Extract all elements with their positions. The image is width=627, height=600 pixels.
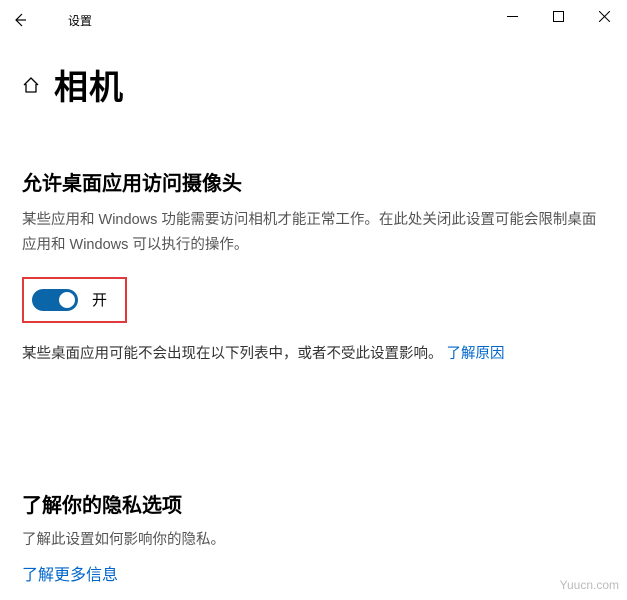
window-controls (489, 0, 627, 32)
titlebar: 设置 (0, 0, 627, 40)
watermark: Yuucn.com (560, 578, 619, 592)
privacy-heading: 了解你的隐私选项 (22, 489, 605, 518)
sub-desc-text: 某些桌面应用可能不会出现在以下列表中，或者不受此设置影响。 (22, 346, 443, 362)
toggle-highlight: 开 (22, 277, 127, 323)
camera-toggle-row: 开 (28, 283, 115, 317)
minimize-button[interactable] (489, 0, 535, 32)
page-header: 相机 (0, 40, 627, 117)
back-arrow-icon (11, 11, 29, 29)
app-title: 设置 (68, 12, 92, 29)
minimize-icon (507, 11, 518, 22)
back-button[interactable] (0, 0, 40, 40)
camera-access-description: 某些应用和 Windows 功能需要访问相机才能正常工作。在此处关闭此设置可能会… (22, 208, 605, 259)
toggle-state-label: 开 (92, 289, 107, 310)
home-icon (22, 76, 40, 99)
toggle-knob (59, 292, 75, 308)
content-area: 允许桌面应用访问摄像头 某些应用和 Windows 功能需要访问相机才能正常工作… (0, 117, 627, 585)
close-button[interactable] (581, 0, 627, 32)
learn-why-link[interactable]: 了解原因 (447, 346, 505, 362)
maximize-button[interactable] (535, 0, 581, 32)
close-icon (599, 11, 610, 22)
camera-access-heading: 允许桌面应用访问摄像头 (22, 167, 605, 196)
page-title: 相机 (54, 60, 124, 109)
camera-access-toggle[interactable] (32, 289, 78, 311)
learn-more-link[interactable]: 了解更多信息 (22, 567, 118, 584)
camera-sub-description: 某些桌面应用可能不会出现在以下列表中，或者不受此设置影响。 了解原因 (22, 341, 605, 367)
privacy-section: 了解你的隐私选项 了解此设置如何影响你的隐私。 了解更多信息 (22, 489, 605, 585)
maximize-icon (553, 11, 564, 22)
privacy-description: 了解此设置如何影响你的隐私。 (22, 528, 605, 549)
